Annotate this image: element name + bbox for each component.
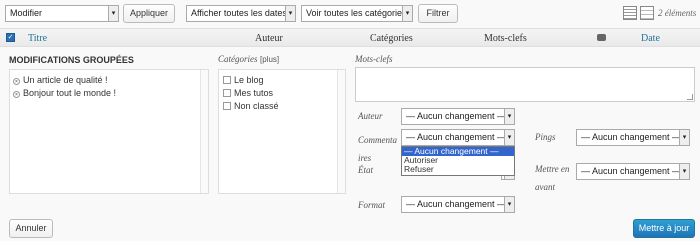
pings-select[interactable]: — Aucun changement — ▾ <box>576 129 690 146</box>
categories-checklist: Le blog Mes tutos Non classé <box>218 69 346 194</box>
chevron-down-icon: ▾ <box>504 130 514 145</box>
pings-label: Pings <box>535 132 556 142</box>
post-title: Bonjour tout le monde ! <box>23 88 117 98</box>
post-title: Un article de qualité ! <box>23 75 108 85</box>
list-item: × Bonjour tout le monde ! <box>13 87 116 100</box>
chevron-down-icon: ▾ <box>679 164 689 179</box>
table-header: ✓ Titre Auteur Catégories Mots-clefs Dat… <box>0 28 700 47</box>
tags-label: Mots-clefs <box>355 54 393 64</box>
scrollbar[interactable] <box>337 70 345 193</box>
comments-select-value: — Aucun changement — <box>406 132 507 142</box>
pings-select-value: — Aucun changement — <box>581 132 682 142</box>
select-all-checkbox[interactable]: ✓ <box>6 33 15 42</box>
dropdown-option[interactable]: Refuser <box>402 165 514 174</box>
categories-more-link[interactable]: [plus] <box>260 55 279 64</box>
category-item[interactable]: Le blog <box>223 74 279 87</box>
format-label: Format <box>358 200 385 210</box>
status-label: État <box>358 165 373 175</box>
checkbox[interactable] <box>223 76 231 84</box>
sticky-label-line1: Mettre en <box>535 164 570 174</box>
bulk-edit-panel: MODIFICATIONS GROUPÉES × Un article de qu… <box>0 47 700 241</box>
list-item: × Un article de qualité ! <box>13 74 116 87</box>
cancel-button[interactable]: Annuler <box>9 219 53 238</box>
scrollbar[interactable] <box>200 70 208 193</box>
excerpt-view-icon[interactable] <box>640 6 654 20</box>
comments-label-line1: Commenta <box>358 135 397 145</box>
remove-post-icon[interactable]: × <box>13 78 20 85</box>
author-select-value: — Aucun changement — <box>406 111 507 121</box>
sticky-select-value: — Aucun changement — <box>581 166 682 176</box>
categories-filter-select[interactable]: Voir toutes les catégories ▾ <box>301 5 413 22</box>
bulk-action-select[interactable]: Modifier ▾ <box>5 5 119 22</box>
column-categories: Catégories <box>370 33 413 44</box>
column-date[interactable]: Date <box>641 33 660 44</box>
comment-bubble-icon[interactable] <box>597 34 606 41</box>
chevron-down-icon: ▾ <box>679 130 689 145</box>
chevron-down-icon: ▾ <box>402 6 412 21</box>
apply-button[interactable]: Appliquer <box>123 4 175 23</box>
comments-select[interactable]: — Aucun changement — ▾ <box>401 129 515 146</box>
category-label: Le blog <box>234 75 264 85</box>
column-author: Auteur <box>255 33 283 44</box>
comments-dropdown-list[interactable]: — Aucun changement — Autoriser Refuser <box>401 146 515 176</box>
checkbox[interactable] <box>223 102 231 110</box>
tags-textarea[interactable] <box>355 67 695 102</box>
checkbox[interactable] <box>223 89 231 97</box>
filter-button[interactable]: Filtrer <box>418 4 458 23</box>
chevron-down-icon: ▾ <box>285 6 295 21</box>
bulk-edit-posts-list: × Un article de qualité ! × Bonjour tout l… <box>9 69 209 194</box>
remove-post-icon[interactable]: × <box>13 91 20 98</box>
update-button[interactable]: Mettre à jour <box>633 219 695 238</box>
list-view-icon[interactable] <box>623 6 637 20</box>
column-title[interactable]: Titre <box>28 33 47 44</box>
category-label: Mes tutos <box>234 88 274 98</box>
format-select-value: — Aucun changement — <box>406 199 507 209</box>
chevron-down-icon: ▾ <box>504 109 514 124</box>
sticky-label: Mettre en avant <box>535 160 569 196</box>
categories-label-text: Catégories <box>218 54 258 64</box>
bulk-action-value: Modifier <box>10 8 43 18</box>
resize-handle-icon[interactable] <box>687 94 693 100</box>
dates-filter-value: Afficher toutes les dates <box>191 8 287 18</box>
chevron-down-icon: ▾ <box>504 197 514 212</box>
sticky-label-line2: avant <box>535 182 555 192</box>
category-item[interactable]: Non classé <box>223 100 279 113</box>
categories-filter-value: Voir toutes les catégories <box>306 8 407 18</box>
bulk-edit-heading: MODIFICATIONS GROUPÉES <box>9 55 134 65</box>
comments-label: Commenta ires <box>358 131 397 167</box>
categories-label: Catégories [plus] <box>218 54 279 64</box>
format-select[interactable]: — Aucun changement — ▾ <box>401 196 515 213</box>
sticky-select[interactable]: — Aucun changement — ▾ <box>576 163 690 180</box>
category-label: Non classé <box>234 101 279 111</box>
column-tags: Mots-clefs <box>484 33 527 44</box>
category-item[interactable]: Mes tutos <box>223 87 279 100</box>
chevron-down-icon: ▾ <box>108 6 118 21</box>
items-count: 2 éléments <box>658 8 697 18</box>
author-label: Auteur <box>358 111 383 121</box>
dates-filter-select[interactable]: Afficher toutes les dates ▾ <box>186 5 296 22</box>
author-select[interactable]: — Aucun changement — ▾ <box>401 108 515 125</box>
